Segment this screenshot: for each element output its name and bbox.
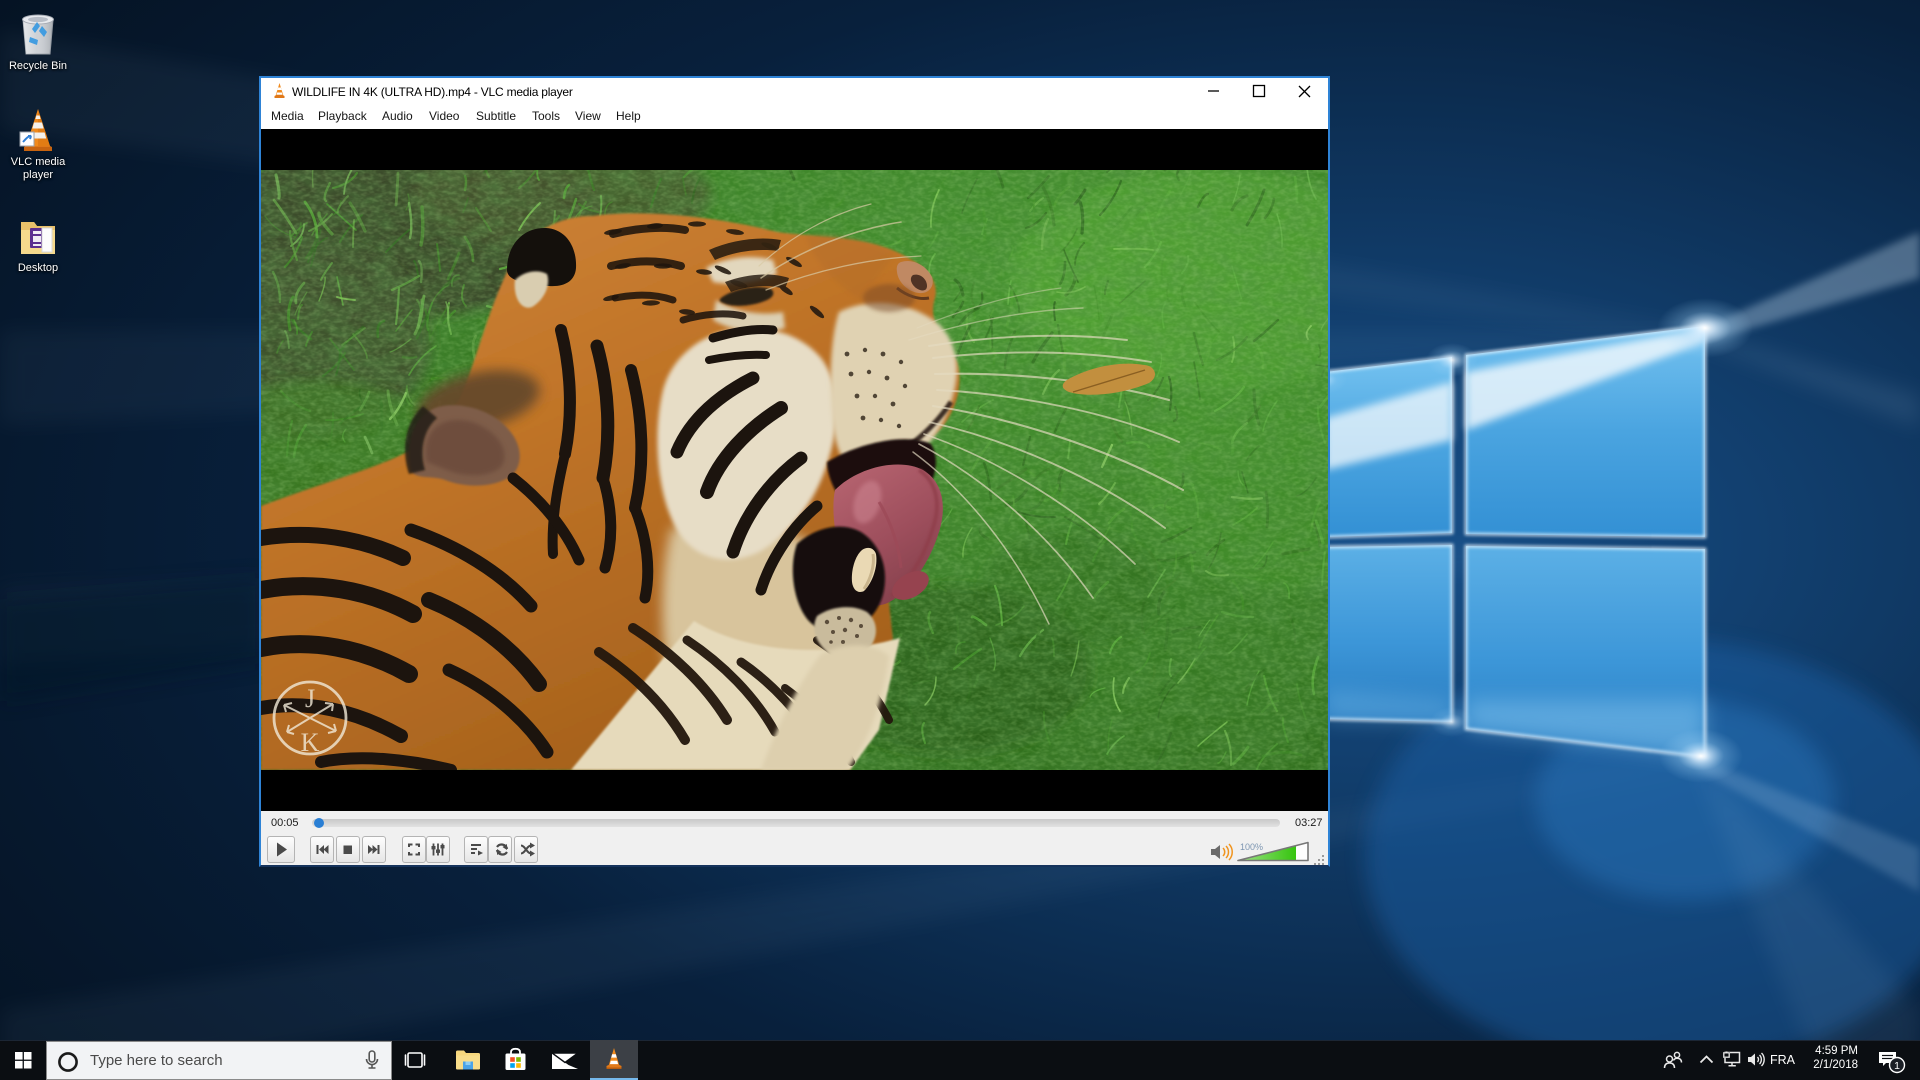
svg-text:J: J [305, 684, 315, 713]
svg-text:1: 1 [1894, 1060, 1900, 1072]
svg-text:K: K [301, 728, 320, 757]
svg-text:100%: 100% [1240, 842, 1263, 852]
